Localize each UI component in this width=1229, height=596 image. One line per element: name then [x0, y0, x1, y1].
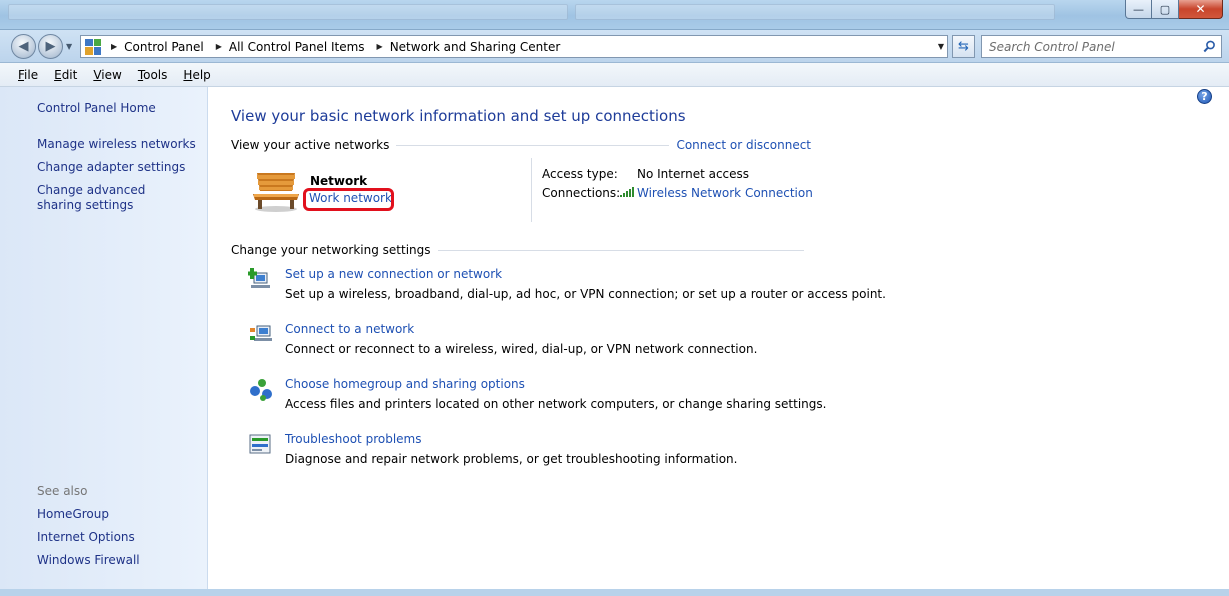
- see-also-internet-options[interactable]: Internet Options: [37, 530, 135, 545]
- breadcrumb-control-panel[interactable]: Control Panel: [124, 40, 204, 54]
- help-icon[interactable]: ?: [1197, 89, 1212, 104]
- arrow-right-icon: ▶: [45, 39, 56, 54]
- change-settings-header: Change your networking settings: [231, 242, 811, 258]
- address-toolbar: ◀ ▶ ▼ ▶ Control Panel ▶ All Control Pane…: [0, 30, 1229, 63]
- sidebar-change-adapter[interactable]: Change adapter settings: [37, 160, 185, 175]
- connections-label: Connections:: [542, 186, 621, 200]
- divider: [437, 249, 804, 251]
- menu-edit[interactable]: Edit: [46, 68, 85, 82]
- divider: [531, 158, 532, 222]
- sidebar-manage-wireless[interactable]: Manage wireless networks: [37, 137, 196, 152]
- search-icon[interactable]: [1203, 40, 1216, 53]
- see-also-windows-firewall[interactable]: Windows Firewall: [37, 553, 140, 568]
- chevron-right-icon[interactable]: ▶: [111, 42, 117, 51]
- highlight-annotation: [303, 188, 394, 211]
- breadcrumb-network-sharing[interactable]: Network and Sharing Center: [390, 40, 561, 54]
- control-panel-icon: [85, 38, 101, 55]
- scrollbar[interactable]: [1221, 87, 1229, 596]
- sidebar-control-panel-home[interactable]: Control Panel Home: [37, 101, 156, 116]
- forward-button[interactable]: ▶: [38, 34, 63, 59]
- refresh-icon: ⇆: [958, 39, 969, 54]
- divider: [396, 144, 670, 146]
- breadcrumb-all-items[interactable]: All Control Panel Items: [229, 40, 365, 54]
- wifi-signal-icon: [620, 187, 634, 197]
- chevron-right-icon[interactable]: ▶: [216, 42, 222, 51]
- see-also-heading: See also: [37, 484, 88, 498]
- menu-tools[interactable]: Tools: [130, 68, 176, 82]
- task-description: Connect or reconnect to a wireless, wire…: [285, 342, 758, 356]
- address-dropdown-icon[interactable]: ▼: [938, 42, 944, 51]
- task-description: Diagnose and repair network problems, or…: [285, 452, 738, 466]
- homegroup-sharing-link[interactable]: Choose homegroup and sharing options: [285, 377, 525, 391]
- main-content: ? View your basic network information an…: [208, 87, 1221, 596]
- homegroup-icon: [250, 379, 272, 401]
- breadcrumb: ▶ Control Panel ▶ All Control Panel Item…: [111, 40, 572, 54]
- recent-pages-dropdown[interactable]: ▼: [66, 42, 72, 51]
- task-description: Access files and printers located on oth…: [285, 397, 827, 411]
- see-also-homegroup[interactable]: HomeGroup: [37, 507, 109, 522]
- connect-or-disconnect-link[interactable]: Connect or disconnect: [676, 138, 811, 152]
- bench-icon: [253, 173, 299, 212]
- task-pane: Control Panel Home Manage wireless netwo…: [0, 87, 208, 596]
- menu-bar: File Edit View Tools Help: [0, 63, 1229, 87]
- search-input[interactable]: [982, 36, 1192, 57]
- page-title: View your basic network information and …: [231, 107, 686, 125]
- maximize-button[interactable]: ▢: [1152, 0, 1179, 19]
- new-connection-icon: [248, 268, 270, 288]
- chevron-right-icon[interactable]: ▶: [377, 42, 383, 51]
- troubleshoot-icon: [249, 434, 271, 454]
- sidebar-advanced-sharing[interactable]: Change advanced sharing settings: [37, 183, 187, 213]
- network-name: Network: [310, 174, 368, 188]
- active-networks-label: View your active networks: [231, 138, 390, 152]
- minimize-button[interactable]: —: [1125, 0, 1152, 19]
- refresh-button[interactable]: ⇆: [952, 35, 975, 58]
- search-box: [981, 35, 1222, 58]
- menu-view[interactable]: View: [85, 68, 129, 82]
- menu-file[interactable]: File: [10, 68, 46, 82]
- taskbar-ghost: [575, 4, 1055, 20]
- menu-help[interactable]: Help: [175, 68, 218, 82]
- wireless-connection-link[interactable]: Wireless Network Connection: [637, 186, 813, 200]
- arrow-left-icon: ◀: [18, 39, 29, 54]
- troubleshoot-link[interactable]: Troubleshoot problems: [285, 432, 421, 446]
- task-description: Set up a wireless, broadband, dial-up, a…: [285, 287, 886, 301]
- connect-network-icon: [250, 325, 272, 341]
- access-type-label: Access type:: [542, 167, 618, 181]
- access-type-value: No Internet access: [637, 167, 750, 181]
- taskbar-ghost: [8, 4, 568, 20]
- change-settings-label: Change your networking settings: [231, 243, 431, 257]
- connect-to-network-link[interactable]: Connect to a network: [285, 322, 414, 336]
- back-button[interactable]: ◀: [11, 34, 36, 59]
- setup-connection-link[interactable]: Set up a new connection or network: [285, 267, 502, 281]
- window-frame-bottom: [0, 589, 1229, 596]
- address-bar[interactable]: ▶ Control Panel ▶ All Control Panel Item…: [80, 35, 948, 58]
- window-controls: — ▢ ✕: [1125, 0, 1223, 19]
- close-button[interactable]: ✕: [1179, 0, 1223, 19]
- active-networks-header: View your active networks Connect or dis…: [231, 137, 811, 153]
- title-bar: — ▢ ✕: [0, 0, 1229, 30]
